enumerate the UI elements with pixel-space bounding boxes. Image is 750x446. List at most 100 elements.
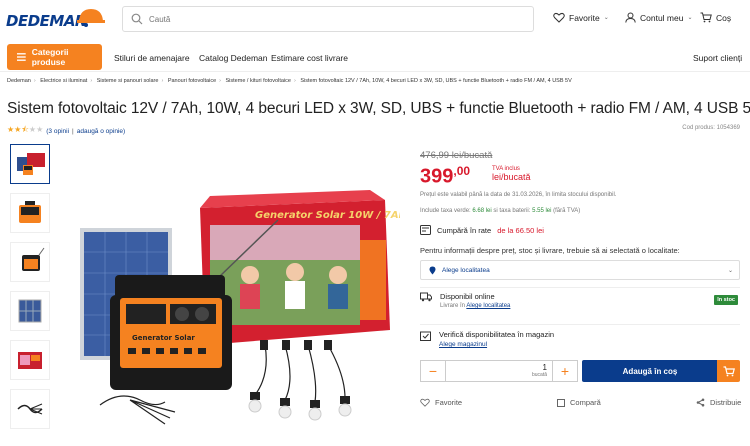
price-validity-note: Prețul este valabil până la data de 31.0… bbox=[420, 192, 617, 198]
price-decimals: ,00 bbox=[453, 164, 471, 178]
breadcrumb-separator: › bbox=[161, 78, 164, 84]
led-bulbs-illustration bbox=[248, 340, 352, 421]
cable-illustration bbox=[99, 395, 176, 425]
search-input[interactable] bbox=[149, 11, 519, 27]
thumbnail-3[interactable] bbox=[10, 242, 50, 282]
quantity-input[interactable]: 1 bucată bbox=[445, 360, 553, 382]
thumbnail-generator-front-image bbox=[22, 247, 45, 271]
breadcrumb-item[interactable]: Dedeman bbox=[7, 78, 31, 84]
store-check-icon bbox=[420, 331, 431, 341]
breadcrumb: Dedeman › Electrice si iluminat › Sisteme … bbox=[7, 78, 572, 84]
share-button[interactable]: Distribuie bbox=[696, 398, 741, 407]
installments-link[interactable]: Cumpără în rate de la 66.50 lei bbox=[420, 225, 544, 235]
tax-note: Include taxa verde: 6.68 lei si taxa bat… bbox=[420, 208, 580, 214]
nav-item-delivery-estimate[interactable]: Estimare cost livrare bbox=[271, 53, 348, 63]
breadcrumb-item[interactable]: Sisteme / kituri fotovoltaice bbox=[226, 78, 291, 84]
unit-label: lei/bucată bbox=[492, 172, 531, 182]
store-availability: Verifică disponibilitatea în magazin Ale… bbox=[420, 330, 554, 348]
delivery-locality-link[interactable]: Alege localitatea bbox=[466, 303, 510, 309]
account-link[interactable]: Contul meu ⌄ bbox=[625, 12, 693, 23]
site-header: DEDEMAN Favorite ⌄ Contul meu ⌄ Coș bbox=[0, 0, 750, 40]
installments-prefix: Cumpără în rate bbox=[437, 225, 492, 235]
breadcrumb-item[interactable]: Panouri fotovoltaice bbox=[168, 78, 216, 84]
chevron-down-icon: ⌄ bbox=[687, 15, 693, 21]
current-price: 399,00 bbox=[420, 164, 470, 189]
chevron-down-icon: ⌄ bbox=[603, 15, 609, 21]
locality-info: Pentru informații despre preț, stoc și l… bbox=[420, 246, 680, 255]
breadcrumb-current: Sistem fotovoltaic 12V / 7Ah, 10W, 4 bec… bbox=[300, 78, 572, 84]
heart-icon bbox=[420, 398, 430, 407]
thumbnail-gallery bbox=[10, 144, 50, 438]
search-bar[interactable] bbox=[122, 6, 534, 32]
locality-select[interactable]: Alege localitatea ⌄ bbox=[420, 260, 740, 280]
add-to-favorites-button[interactable]: Favorite bbox=[420, 398, 462, 407]
cart-link[interactable]: Coș bbox=[700, 12, 731, 23]
tax-mid: si taxa baterii: bbox=[493, 208, 531, 214]
stock-badge: în stoc bbox=[714, 295, 738, 305]
share-label: Distribuie bbox=[710, 398, 742, 407]
product-main-image[interactable]: Generator Solar 10W / 7Ah Generator Sola… bbox=[70, 180, 400, 430]
checkbox-icon bbox=[557, 398, 565, 407]
chevron-down-icon: ⌄ bbox=[727, 268, 733, 274]
battery-tax-value: 5.55 lei bbox=[532, 208, 552, 214]
add-review-link[interactable]: adaugă o opinie) bbox=[77, 128, 125, 135]
thumbnail-4[interactable] bbox=[10, 291, 50, 331]
favorites-link[interactable]: Favorite ⌄ bbox=[553, 12, 609, 23]
store-check-label: Verifică disponibilitatea în magazin bbox=[439, 330, 555, 339]
truck-icon bbox=[420, 292, 432, 302]
thumbnail-solar-panel-image bbox=[18, 299, 42, 323]
favorite-label: Favorite bbox=[435, 398, 463, 407]
thumbnail-cable-image bbox=[17, 403, 43, 415]
breadcrumb-separator: › bbox=[33, 78, 36, 84]
thumbnail-6[interactable] bbox=[10, 389, 50, 429]
breadcrumb-separator: › bbox=[293, 78, 296, 84]
rating-separator: | bbox=[72, 127, 74, 135]
share-icon bbox=[696, 398, 705, 407]
price-integer: 399 bbox=[420, 165, 454, 188]
add-to-cart-icon-button[interactable] bbox=[717, 360, 740, 382]
cart-icon bbox=[700, 12, 712, 23]
account-label: Contul meu bbox=[640, 12, 684, 23]
svg-text:Generator Solar: Generator Solar bbox=[132, 334, 195, 342]
compare-label: Compară bbox=[570, 398, 601, 407]
compare-button[interactable]: Compară bbox=[557, 398, 601, 407]
search-icon bbox=[131, 13, 143, 25]
categories-label: Categorii produse bbox=[31, 47, 69, 67]
breadcrumb-separator: › bbox=[90, 78, 93, 84]
old-price: 476,99 lei/bucată bbox=[420, 150, 493, 161]
nav-item-catalog[interactable]: Catalog Dedeman bbox=[199, 53, 268, 63]
thumbnail-5[interactable] bbox=[10, 340, 50, 380]
menu-icon bbox=[17, 53, 26, 61]
online-availability: Disponibil online Livrare în Alege local… bbox=[420, 292, 510, 309]
thumbnail-generator-image bbox=[19, 201, 41, 223]
quantity-unit: bucată bbox=[531, 372, 547, 378]
main-nav: Categorii produse Stiluri de amenajare C… bbox=[0, 44, 750, 72]
categories-button[interactable]: Categorii produse bbox=[7, 44, 102, 70]
breadcrumb-item[interactable]: Electrice si iluminat bbox=[40, 78, 87, 84]
locality-value: Alege localitatea bbox=[442, 266, 490, 274]
tax-prefix: Include taxa verde: bbox=[420, 208, 471, 214]
box-label: Generator Solar 10W / 7Ah bbox=[255, 210, 400, 221]
breadcrumb-item[interactable]: Sisteme si panouri solare bbox=[97, 78, 159, 84]
delivery-prefix: Livrare în bbox=[440, 303, 466, 309]
reviews-link[interactable]: (3 opinii bbox=[46, 128, 69, 135]
user-icon bbox=[625, 12, 636, 23]
nav-item-support[interactable]: Suport clienți bbox=[693, 53, 742, 63]
breadcrumb-separator: › bbox=[219, 78, 221, 84]
dedeman-logo[interactable]: DEDEMAN bbox=[6, 6, 106, 34]
thumbnail-2[interactable] bbox=[10, 193, 50, 233]
favorites-label: Favorite bbox=[569, 12, 600, 23]
cart-icon bbox=[723, 365, 735, 376]
generator-illustration: Generator Solar bbox=[110, 275, 232, 390]
thumbnail-1[interactable] bbox=[10, 144, 50, 184]
cart-label: Coș bbox=[716, 12, 732, 23]
product-code: Cod produs: 1054369 bbox=[682, 125, 740, 131]
quantity-increase-button[interactable]: + bbox=[552, 360, 578, 382]
delivery-line: Livrare în Alege localitatea bbox=[440, 303, 510, 309]
choose-store-link[interactable]: Alege magazinul bbox=[439, 341, 487, 348]
nav-item-styles[interactable]: Stiluri de amenajare bbox=[114, 53, 190, 63]
calculator-icon bbox=[420, 225, 431, 235]
quantity-decrease-button[interactable]: − bbox=[420, 360, 446, 382]
add-to-cart-button[interactable]: Adaugă în coș bbox=[582, 360, 718, 382]
product-title: Sistem fotovoltaic 12V / 7Ah, 10W, 4 bec… bbox=[7, 100, 750, 117]
